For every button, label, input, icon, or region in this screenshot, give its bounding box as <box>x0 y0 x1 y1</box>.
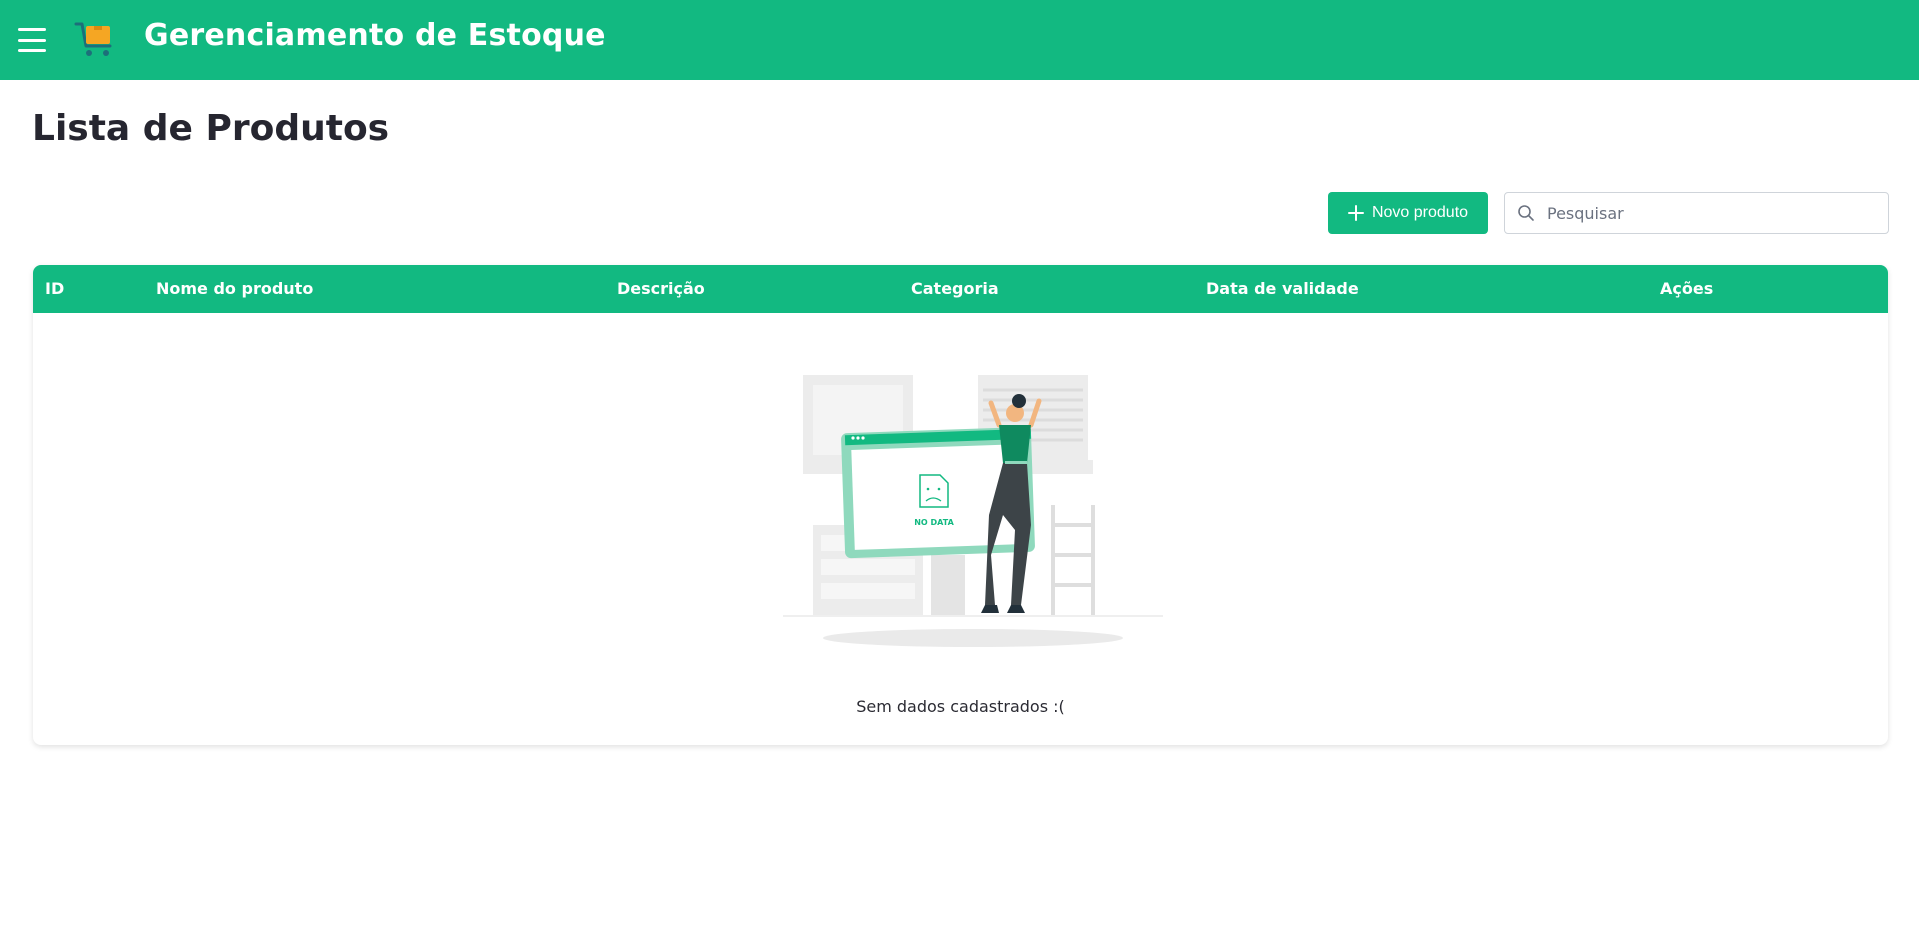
column-header-name[interactable]: Nome do produto <box>156 279 313 298</box>
new-product-label: Novo produto <box>1371 204 1469 221</box>
page-title: Lista de Produtos <box>32 108 390 149</box>
column-header-category[interactable]: Categoria <box>911 279 999 298</box>
no-data-text: NO DATA <box>914 518 954 527</box>
no-data-illustration: NO DATA <box>783 375 1163 647</box>
plus-icon <box>1347 205 1364 221</box>
products-table: ID Nome do produto Descrição Categoria D… <box>33 265 1888 745</box>
search-box[interactable] <box>1504 192 1889 234</box>
app-header: Gerenciamento de Estoque <box>0 0 1919 80</box>
app-title: Gerenciamento de Estoque <box>144 18 606 53</box>
search-input[interactable] <box>1547 203 1867 223</box>
hamburger-menu-button[interactable] <box>18 28 46 52</box>
column-header-id[interactable]: ID <box>45 279 64 298</box>
menu-bar <box>18 38 46 42</box>
shopping-cart-icon <box>74 22 112 56</box>
table-header: ID Nome do produto Descrição Categoria D… <box>33 265 1888 313</box>
search-icon <box>1518 205 1534 221</box>
empty-state-message: Sem dados cadastrados :( <box>856 697 1065 716</box>
column-header-actions: Ações <box>1660 279 1714 298</box>
new-product-button[interactable]: Novo produto <box>1328 192 1488 234</box>
menu-bar <box>18 28 46 31</box>
menu-bar <box>18 49 46 52</box>
column-header-description[interactable]: Descrição <box>617 279 705 298</box>
column-header-expiry-date[interactable]: Data de validade <box>1206 279 1359 298</box>
